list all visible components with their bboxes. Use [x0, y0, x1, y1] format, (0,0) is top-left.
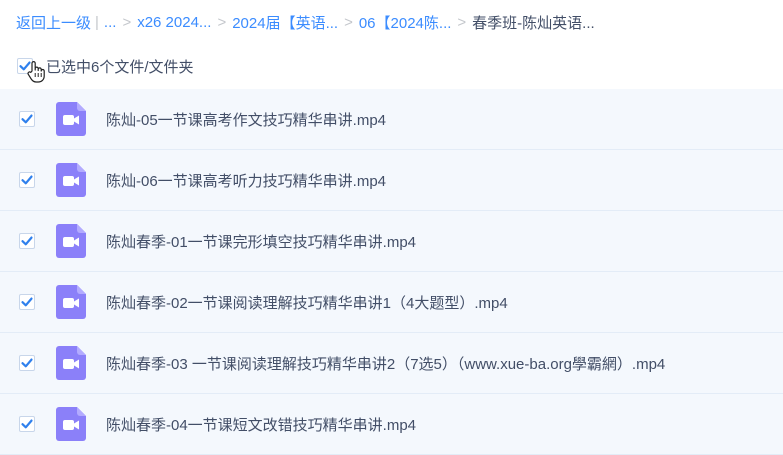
video-file-icon: [56, 163, 86, 197]
breadcrumb-item[interactable]: 2024届【英语...: [232, 12, 338, 33]
video-file-icon: [56, 346, 86, 380]
file-checkbox[interactable]: [19, 111, 35, 127]
file-checkbox[interactable]: [19, 355, 35, 371]
chevron-right-icon: >: [122, 13, 132, 31]
list-item[interactable]: 陈灿春季-02一节课阅读理解技巧精华串讲1（4大题型）.mp4: [0, 272, 783, 333]
file-name[interactable]: 陈灿-06一节课高考听力技巧精华串讲.mp4: [106, 170, 386, 191]
checkmark-icon: [21, 358, 33, 368]
chevron-right-icon: >: [457, 13, 467, 31]
file-name[interactable]: 陈灿春季-03 一节课阅读理解技巧精华串讲2（7选5）（www.xue-ba.o…: [106, 353, 665, 374]
selection-count-text: 已选中6个文件/文件夹: [46, 58, 194, 76]
file-checkbox[interactable]: [19, 172, 35, 188]
breadcrumb-current: 春季班-陈灿英语...: [472, 14, 595, 32]
hand-cursor-icon: [27, 61, 45, 83]
breadcrumb-item[interactable]: x26 2024...: [137, 14, 211, 31]
list-item[interactable]: 陈灿春季-04一节课短文改错技巧精华串讲.mp4: [0, 394, 783, 455]
checkmark-icon: [21, 236, 33, 246]
checkmark-icon: [21, 175, 33, 185]
selection-bar: 已选中6个文件/文件夹: [0, 44, 783, 88]
list-item[interactable]: 陈灿-06一节课高考听力技巧精华串讲.mp4: [0, 150, 783, 211]
file-name[interactable]: 陈灿春季-01一节课完形填空技巧精华串讲.mp4: [106, 231, 416, 252]
file-name[interactable]: 陈灿-05一节课高考作文技巧精华串讲.mp4: [106, 109, 386, 130]
chevron-right-icon: >: [344, 13, 353, 31]
breadcrumb-ellipsis[interactable]: ...: [104, 14, 117, 31]
video-file-icon: [56, 285, 86, 319]
breadcrumb-item[interactable]: 06【2024陈...: [359, 12, 452, 33]
list-item[interactable]: 陈灿-05一节课高考作文技巧精华串讲.mp4: [0, 89, 783, 150]
video-file-icon: [56, 224, 86, 258]
breadcrumb-divider: |: [95, 13, 99, 31]
file-checkbox[interactable]: [19, 233, 35, 249]
checkmark-icon: [21, 297, 33, 307]
chevron-right-icon: >: [217, 13, 227, 31]
checkmark-icon: [21, 419, 33, 429]
list-item[interactable]: 陈灿春季-03 一节课阅读理解技巧精华串讲2（7选5）（www.xue-ba.o…: [0, 333, 783, 394]
file-list: 陈灿-05一节课高考作文技巧精华串讲.mp4 陈灿-06一节课高考听力技巧精华串…: [0, 89, 783, 455]
file-checkbox[interactable]: [19, 294, 35, 310]
file-checkbox[interactable]: [19, 416, 35, 432]
file-name[interactable]: 陈灿春季-02一节课阅读理解技巧精华串讲1（4大题型）.mp4: [106, 292, 508, 313]
checkmark-icon: [21, 114, 33, 124]
file-name[interactable]: 陈灿春季-04一节课短文改错技巧精华串讲.mp4: [106, 414, 416, 435]
video-file-icon: [56, 102, 86, 136]
back-link[interactable]: 返回上一级: [16, 12, 91, 33]
list-item[interactable]: 陈灿春季-01一节课完形填空技巧精华串讲.mp4: [0, 211, 783, 272]
video-file-icon: [56, 407, 86, 441]
breadcrumb: 返回上一级 | ... > x26 2024... > 2024届【英语... …: [0, 0, 783, 44]
